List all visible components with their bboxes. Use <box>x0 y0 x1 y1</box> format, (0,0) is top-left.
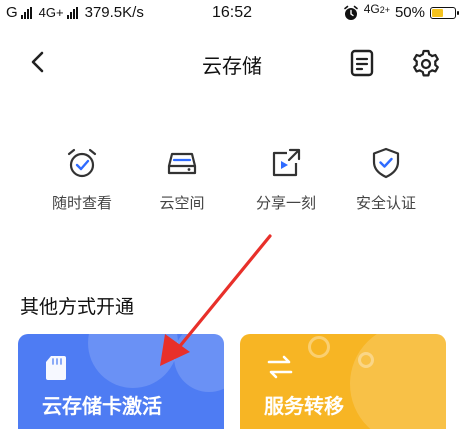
sd-card-icon <box>46 356 66 380</box>
decor-bubble <box>174 334 224 392</box>
network-label-2: 4G2+ <box>363 2 390 16</box>
card-label: 服务转移 <box>264 394 344 418</box>
shield-check-icon <box>372 147 400 179</box>
transfer-arrows-icon <box>267 355 293 379</box>
status-bar: G 4G+ 379.5K/s 16:52 4G2+ 50% <box>0 0 464 28</box>
nav-bar: 云存储 <box>0 40 464 86</box>
feature-label: 分享一刻 <box>255 194 316 212</box>
section-title: 其他方式开通 <box>20 296 135 318</box>
gear-icon[interactable] <box>410 48 442 80</box>
feature-cloud-space[interactable]: 云空间 <box>132 140 232 220</box>
share-video-icon <box>272 148 301 177</box>
app-screen: G 4G+ 379.5K/s 16:52 4G2+ 50% 云存储 随时查看 云… <box>0 0 464 429</box>
document-icon[interactable] <box>347 48 377 78</box>
decor-ring <box>308 336 330 358</box>
feature-row: 随时查看 云空间 分享一刻 安全认证 <box>20 140 444 220</box>
feature-share-moment[interactable]: 分享一刻 <box>236 140 336 220</box>
chevron-left-icon[interactable] <box>24 48 52 76</box>
feature-label: 安全认证 <box>355 194 416 212</box>
feature-label: 云空间 <box>159 194 205 212</box>
feature-label: 随时查看 <box>51 194 112 212</box>
storage-drive-icon <box>167 152 197 175</box>
alarm-clock-icon <box>67 148 97 178</box>
feature-security-auth[interactable]: 安全认证 <box>336 140 436 220</box>
page-title: 云存储 <box>202 54 262 78</box>
status-right: 4G2+ 50% <box>343 2 459 21</box>
card-activation-button[interactable]: 云存储卡激活 <box>18 334 224 429</box>
decor-bubble <box>350 334 446 429</box>
battery-percent: 50% <box>394 4 425 21</box>
card-label: 云存储卡激活 <box>42 394 162 418</box>
feature-anytime-view[interactable]: 随时查看 <box>32 140 132 220</box>
alarm-icon <box>343 5 358 20</box>
decor-bubble <box>88 334 178 388</box>
battery-icon <box>430 6 459 19</box>
decor-ring <box>358 352 374 368</box>
card-transfer-button[interactable]: 服务转移 <box>240 334 446 429</box>
